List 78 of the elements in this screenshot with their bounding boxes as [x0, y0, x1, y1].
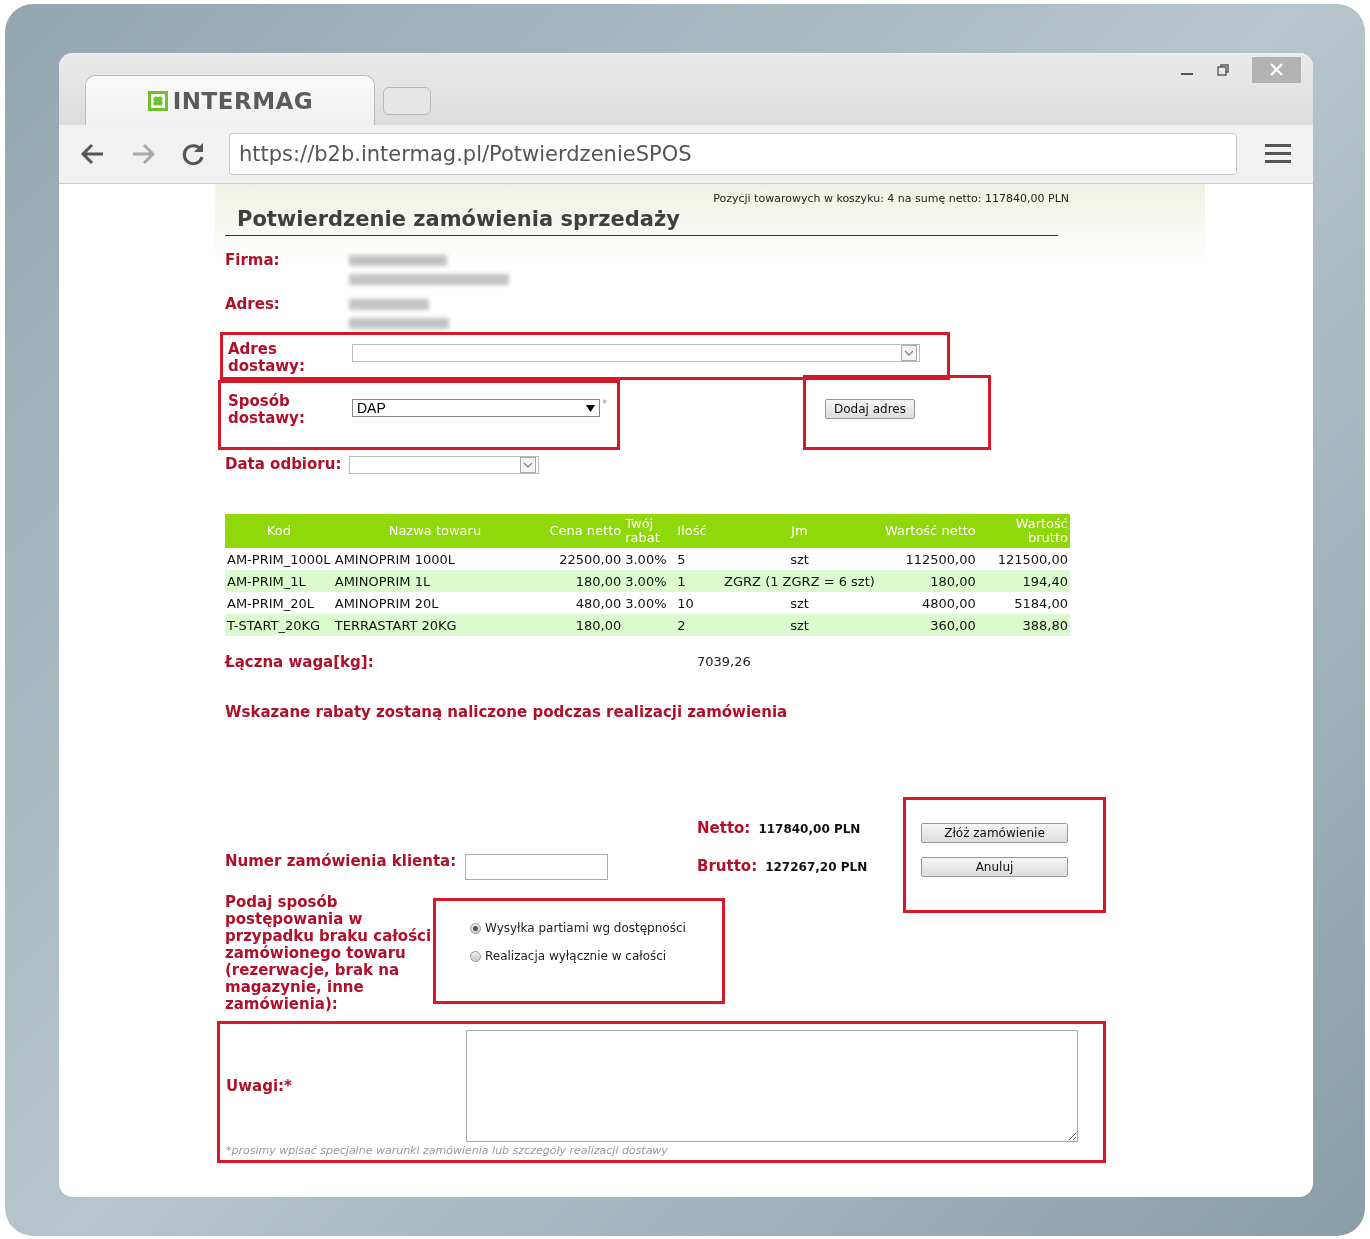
discount-note: Wskazane rabaty zostaną naliczone podczas realizacji zamówienia [225, 703, 789, 721]
page-title: Potwierdzenie zamówienia sprzedaży [225, 207, 1058, 236]
table-cell: AMINOPRIM 1000L [332, 548, 538, 570]
table-cell: AM-PRIM_1L [225, 570, 333, 592]
total-value: 127267,20 PLN [765, 860, 868, 874]
add-address-button[interactable]: Dodaj adres [825, 399, 915, 419]
table-cell: 3.00% [623, 570, 676, 592]
total-label: Brutto: [697, 857, 758, 875]
column-header: Kod [225, 514, 333, 548]
submit-order-button[interactable]: Złóż zamówienie [921, 823, 1068, 843]
cart-summary: Pozycji towarowych w koszyku: 4 na sumę netto: 117840,00 PLN [712, 192, 1069, 205]
field-label: Adres dostawy: [228, 341, 306, 375]
field-label: Firma: [225, 252, 281, 269]
table-cell: 5184,00 [977, 592, 1070, 614]
restore-icon[interactable] [1216, 63, 1230, 77]
table-cell: 180,00 [881, 570, 978, 592]
logo-icon [146, 89, 169, 112]
table-cell: T-START_20KG [225, 614, 333, 636]
table-cell: szt [717, 592, 882, 614]
table-cell: 360,00 [881, 614, 978, 636]
table-cell: AMINOPRIM 1L [332, 570, 538, 592]
table-cell: ZGRZ (1 ZGRZ = 6 szt) [717, 570, 882, 592]
menu-icon[interactable] [1265, 142, 1293, 166]
option-label: Wysyłka partiami wg dostępności [485, 921, 686, 935]
table-cell: 2 [675, 614, 718, 636]
table-cell: 1 [675, 570, 718, 592]
table-cell: AM-PRIM_1000L [225, 548, 333, 570]
hint-text: *prosimy wpisać specjalne warunki zamówienia lub szczegóły realizacji dostawy [226, 1144, 669, 1157]
field-label: Numer zamówienia klienta: [225, 853, 458, 872]
dropdown[interactable]: DAP [352, 399, 600, 417]
table-cell: TERRASTART 20KG [332, 614, 538, 636]
table-cell: 3.00% [623, 592, 676, 614]
required-mark: * [602, 398, 607, 409]
date-dropdown[interactable] [349, 456, 539, 474]
table-cell: 180,00 [537, 614, 624, 636]
table-cell: AM-PRIM_20L [225, 592, 333, 614]
table-cell: 388,80 [977, 614, 1070, 636]
column-header: Nazwa towaru [332, 514, 538, 548]
column-header: Cena netto [537, 514, 624, 548]
radio-button[interactable] [470, 950, 481, 962]
table-cell: AMINOPRIM 20L [332, 592, 538, 614]
column-header: Jm [717, 514, 882, 548]
table-cell: 5 [675, 548, 718, 570]
browser-tab[interactable]: INTERMAG [85, 75, 375, 125]
field-label: Sposób dostawy: [228, 393, 306, 427]
weight-value: 7039,26 [697, 654, 751, 671]
table-cell: 10 [675, 592, 718, 614]
caret-icon [586, 404, 595, 412]
table-cell: 3.00% [623, 548, 676, 570]
table-cell: szt [717, 548, 882, 570]
total-label: Netto: [697, 819, 751, 837]
field-label: Adres: [225, 296, 281, 313]
cancel-button[interactable]: Anuluj [921, 857, 1068, 877]
option-label: Realizacja wyłącznie w całości [485, 949, 667, 963]
column-header: Wartość brutto [977, 514, 1070, 548]
column-header: Wartość netto [881, 514, 978, 548]
column-header: Twój rabat [623, 514, 676, 548]
table-cell: szt [717, 614, 882, 636]
dropdown[interactable] [352, 344, 920, 362]
column-header: Ilość [675, 514, 718, 548]
field-label: Uwagi:* [226, 1077, 293, 1095]
remarks-field[interactable] [466, 1030, 1078, 1142]
table-cell: 4800,00 [881, 592, 978, 614]
new-tab-button[interactable] [383, 87, 431, 115]
radio-button[interactable] [470, 922, 481, 934]
order-number-field[interactable] [465, 854, 608, 880]
table-cell: 22500,00 [537, 548, 624, 570]
table-cell: 180,00 [537, 570, 624, 592]
field-label: Data odbioru: [225, 456, 343, 473]
table-cell: 480,00 [537, 592, 624, 614]
table-cell: 121500,00 [977, 548, 1070, 570]
table-cell: 112500,00 [881, 548, 978, 570]
field-label: Łączna waga[kg]: [225, 654, 375, 671]
field-label: Podaj sposób postępowania w przypadku braku całości zamówionego towaru (rezerwacje, brak na magazynie, inne zamówienia): [225, 894, 433, 1013]
table-cell: 194,40 [977, 570, 1070, 592]
total-value: 117840,00 PLN [758, 822, 861, 836]
address-bar[interactable]: https://b2b.intermag.pl/PotwierdzenieSPOS [229, 133, 1237, 175]
close-icon[interactable] [1252, 57, 1301, 83]
